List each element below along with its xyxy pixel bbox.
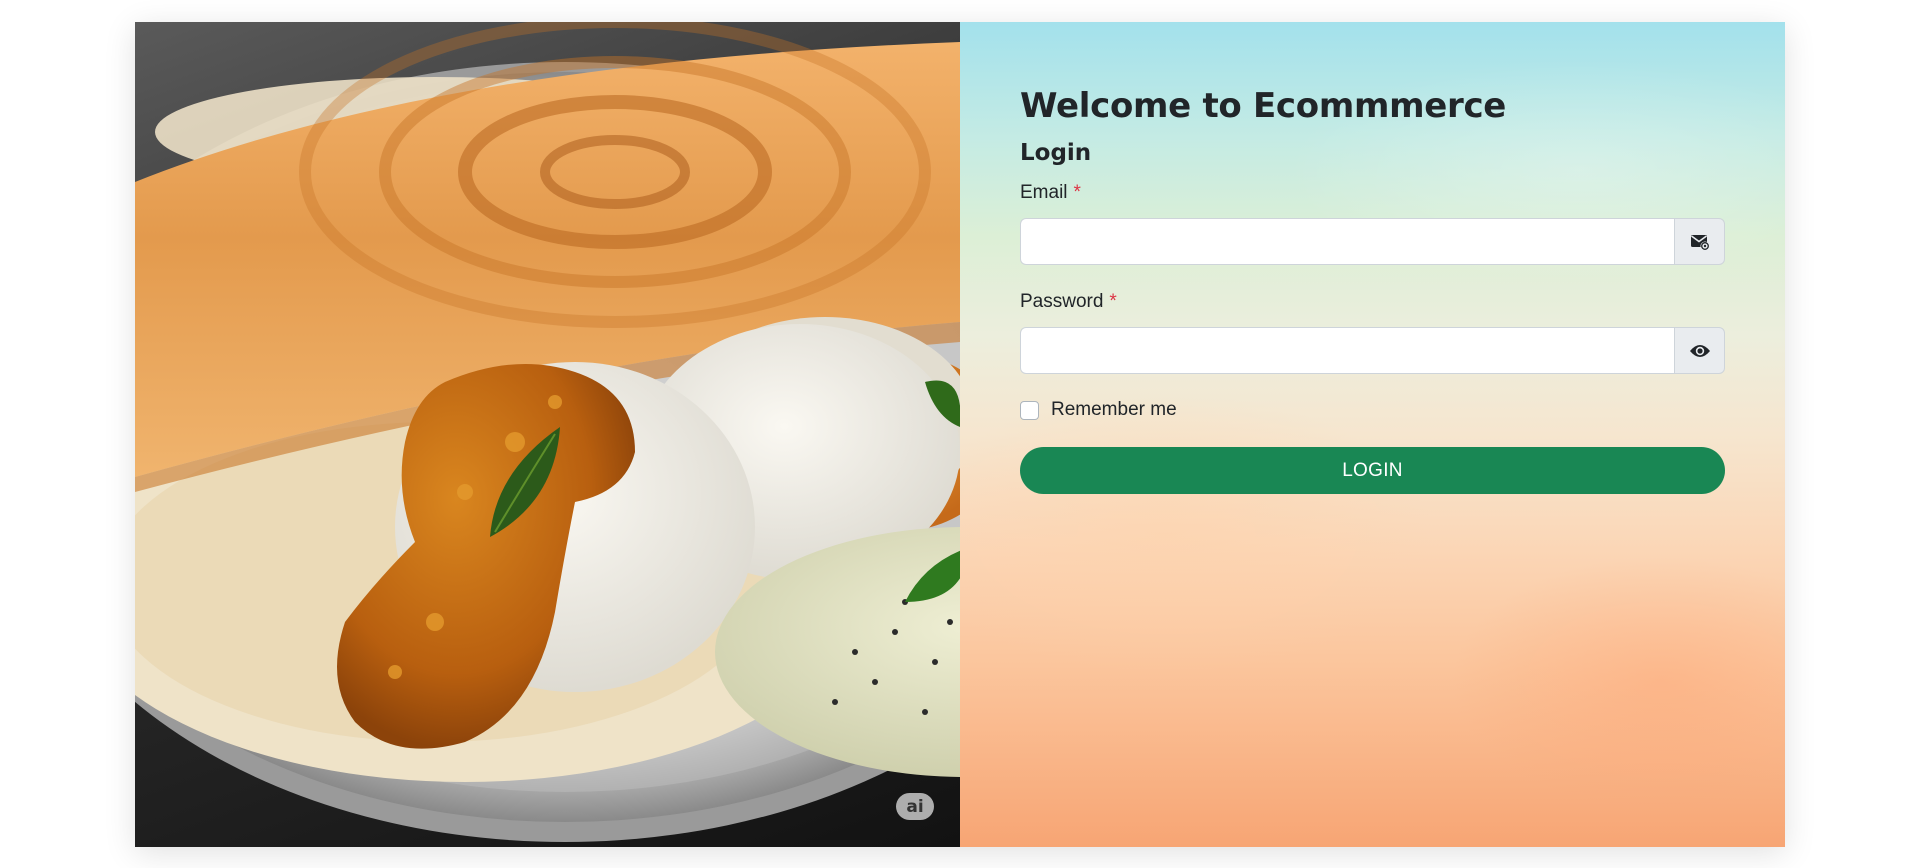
page-title: Welcome to Ecommmerce — [1020, 86, 1507, 126]
email-label-text: Email — [1020, 182, 1068, 203]
food-illustration — [135, 22, 960, 842]
login-button[interactable]: LOGIN — [1020, 447, 1725, 494]
remember-me-row: Remember me — [1020, 398, 1725, 422]
email-addon — [1674, 218, 1725, 265]
food-image: ai — [135, 22, 960, 847]
login-form: Welcome to Ecommmerce Login Email * Pass… — [1020, 82, 1725, 494]
login-card: ai Welcome to Ecommmerce Login Email * P… — [135, 22, 1785, 847]
password-required-mark: * — [1109, 291, 1117, 312]
email-required-mark: * — [1073, 182, 1081, 203]
remember-me-label[interactable]: Remember me — [1051, 399, 1177, 421]
password-label-text: Password — [1020, 291, 1104, 312]
form-subtitle: Login — [1020, 140, 1092, 166]
email-field[interactable] — [1020, 218, 1674, 265]
toggle-password-button[interactable] — [1674, 327, 1725, 374]
remember-me-checkbox[interactable] — [1020, 400, 1039, 420]
eye-icon — [1689, 344, 1710, 357]
password-label: Password * — [1020, 289, 1725, 315]
password-input-group — [1020, 327, 1725, 374]
password-field[interactable] — [1020, 327, 1674, 374]
envelope-at-icon — [1690, 234, 1709, 250]
email-input-group — [1020, 218, 1725, 265]
ai-badge: ai — [896, 793, 934, 820]
login-panel: Welcome to Ecommmerce Login Email * Pass… — [960, 22, 1785, 847]
email-label: Email * — [1020, 180, 1725, 206]
